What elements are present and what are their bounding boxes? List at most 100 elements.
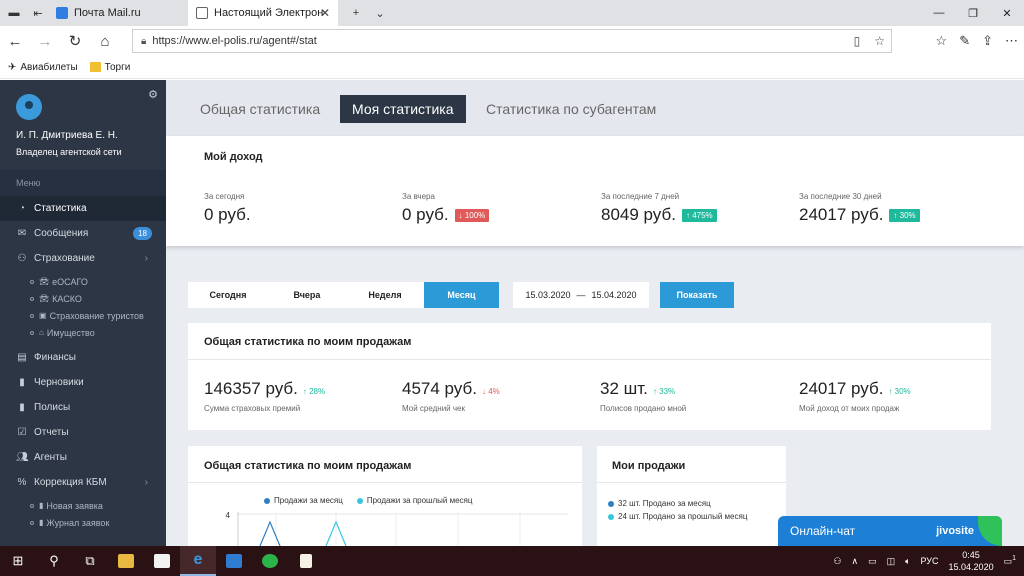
language-indicator[interactable]: РУС [921, 556, 939, 566]
pen-icon[interactable]: ✎ [959, 33, 970, 49]
sitemap-icon: ⚇ [17, 253, 27, 264]
sidebar-item-kbm[interactable]: % Коррекция КБМ › [0, 470, 166, 495]
submenu-label: Имущество [46, 327, 95, 338]
file-explorer-icon[interactable] [108, 546, 144, 576]
submenu-item-eosago[interactable]: 🚘︎ еОСАГО [0, 273, 166, 290]
legend-item-current[interactable]: 32 шт. Продано за месяц [608, 499, 711, 508]
store-icon[interactable] [144, 546, 180, 576]
close-window-icon[interactable]: ✕ [990, 0, 1024, 26]
browser-tab-elpolis[interactable]: Настоящий Электронн ✕ [188, 0, 338, 26]
car-icon: 🚘︎ [39, 294, 50, 303]
insurance-submenu: 🚘︎ еОСАГО 🚘︎ КАСКО ▣ Страхование туристов ⌂… [0, 271, 166, 345]
car-icon: 🚘︎ [39, 277, 50, 286]
sidebar-item-agents[interactable]: 👥︎ Агенты [0, 445, 166, 470]
tab-general-stats[interactable]: Общая статистика [188, 95, 332, 123]
sales-chart-card: Общая статистика по моим продажам Продаж… [188, 446, 582, 546]
people-icon[interactable]: ⚇ [833, 556, 841, 567]
refresh-icon[interactable]: ↻ [60, 26, 90, 56]
clock[interactable]: 0:45 15.04.2020 [949, 549, 994, 573]
forward-icon[interactable]: → [30, 26, 60, 56]
sidebar-item-messages[interactable]: ✉ Сообщения 18 [0, 221, 166, 246]
volume-icon[interactable]: 🔈︎ [905, 556, 910, 567]
submenu-item-kasko[interactable]: 🚘︎ КАСКО [0, 290, 166, 307]
show-button[interactable]: Показать [660, 282, 734, 308]
tab-actions-icon[interactable]: ▬ [4, 3, 24, 23]
set-aside-tabs-icon[interactable]: ⇤ [28, 3, 48, 23]
date-range-input[interactable]: 15.03.2020 — 15.04.2020 [513, 282, 649, 308]
date-to: 15.04.2020 [591, 290, 637, 300]
online-chat-widget[interactable]: Онлайн-чат jivosite [778, 516, 1002, 546]
bookmark-aviabilety[interactable]: ✈ Авиабилеты [8, 62, 78, 73]
reading-view-icon[interactable]: ▯ [854, 34, 861, 48]
gear-icon[interactable]: ⚙ [148, 88, 158, 101]
kpi-label: За последние 30 дней [799, 192, 882, 201]
tab-list-chevron-icon[interactable]: ⌄ [370, 3, 390, 23]
tray-expand-icon[interactable]: ∧ [851, 556, 858, 567]
period-today-button[interactable]: Сегодня [188, 282, 268, 308]
kbm-submenu: ▮ Новая заявка ▮ Журнал заявок [0, 495, 166, 535]
sidebar-item-label: Черновики [34, 377, 84, 388]
sidebar-item-reports[interactable]: ☑ Отчеты [0, 420, 166, 445]
search-icon[interactable]: ⚲ [36, 546, 72, 576]
favorites-list-icon[interactable]: ☆ [936, 33, 948, 49]
legend-label: Продажи за прошлый месяц [366, 496, 473, 505]
stat-tabs: Общая статистика Моя статистика Статисти… [166, 80, 1024, 136]
new-tab-icon[interactable]: + [346, 3, 366, 23]
sidebar-item-finance[interactable]: ▤ Финансы [0, 345, 166, 370]
bookmark-torgi[interactable]: Торги [89, 61, 131, 73]
legend-item-previous[interactable]: Продажи за прошлый месяц [356, 496, 473, 505]
favorite-star-icon[interactable]: ☆ [874, 34, 885, 48]
minimize-icon[interactable]: — [922, 0, 956, 26]
clock-time: 0:45 [962, 550, 980, 560]
submenu-item-request-log[interactable]: ▮ Журнал заявок [0, 514, 166, 531]
sidebar-item-policies[interactable]: ▮ Полисы [0, 395, 166, 420]
period-month-button[interactable]: Месяц [424, 282, 499, 308]
y-tick-label: 4 [226, 511, 231, 520]
home-icon[interactable]: ⌂ [90, 26, 120, 56]
mail-app-icon[interactable] [216, 546, 252, 576]
task-view-icon[interactable]: ⧉ [72, 546, 108, 576]
change-indicator: ↑ 33% [652, 387, 676, 396]
network-icon[interactable]: ◫ [887, 556, 896, 567]
sidebar-item-statistics[interactable]: ◔ Статистика [0, 196, 166, 221]
notifications-icon[interactable]: ▭1 [1004, 555, 1016, 567]
edge-browser-icon[interactable]: e [180, 546, 216, 576]
browser-tab-mail[interactable]: Почта Mail.ru [48, 0, 188, 26]
restore-icon[interactable]: ❐ [956, 0, 990, 26]
chevron-right-icon: › [144, 253, 148, 264]
income-title: Мой доход [204, 151, 263, 163]
legend-label: Продажи за месяц [274, 496, 343, 505]
sidebar-item-label: Агенты [34, 452, 67, 463]
windows-start-icon[interactable]: ⊞ [0, 546, 36, 576]
more-icon[interactable]: ⋯ [1005, 33, 1018, 49]
legend-item-current[interactable]: Продажи за месяц [264, 496, 343, 505]
sidebar-item-label: Сообщения [34, 228, 89, 239]
system-tray: ⚇ ∧ ▭ ◫ 🔈︎ РУС 0:45 15.04.2020 ▭1 [833, 546, 1024, 576]
period-yesterday-button[interactable]: Вчера [268, 282, 346, 308]
change-badge: ↑ 30% [889, 208, 920, 222]
submenu-item-property[interactable]: ⌂ Имущество [0, 324, 166, 341]
bookmark-label: Торги [104, 61, 131, 73]
document-app-icon[interactable] [288, 546, 324, 576]
url-field[interactable]: 🔒︎ https://www.el-polis.ru/agent#/stat ▯… [132, 29, 892, 53]
tab-subagent-stats[interactable]: Статистика по субагентам [474, 95, 668, 123]
kpi-label: Полисов продано мной [600, 404, 687, 413]
period-week-button[interactable]: Неделя [346, 282, 424, 308]
close-tab-icon[interactable]: ✕ [320, 6, 330, 20]
submenu-item-travel[interactable]: ▣ Страхование туристов [0, 307, 166, 324]
sidebar-item-drafts[interactable]: ▮ Черновики [0, 370, 166, 395]
share-icon[interactable]: ⇪ [982, 33, 993, 49]
kpi-value: 146357 руб. [204, 379, 298, 398]
back-icon[interactable]: ← [0, 26, 30, 56]
money-icon: ▤ [17, 352, 27, 363]
avatar[interactable] [16, 94, 42, 120]
battery-icon[interactable]: ▭ [868, 556, 877, 567]
suitcase-icon: ▣ [39, 311, 47, 320]
legend-item-previous[interactable]: 24 шт. Продано за прошлый месяц [608, 512, 747, 521]
chat-status-icon [978, 516, 1002, 546]
submenu-item-new-request[interactable]: ▮ Новая заявка [0, 497, 166, 514]
tab-my-stats[interactable]: Моя статистика [340, 95, 466, 123]
whatsapp-icon[interactable] [252, 546, 288, 576]
house-icon: ⌂ [39, 328, 44, 337]
sidebar-item-insurance[interactable]: ⚇ Страхование › [0, 246, 166, 271]
